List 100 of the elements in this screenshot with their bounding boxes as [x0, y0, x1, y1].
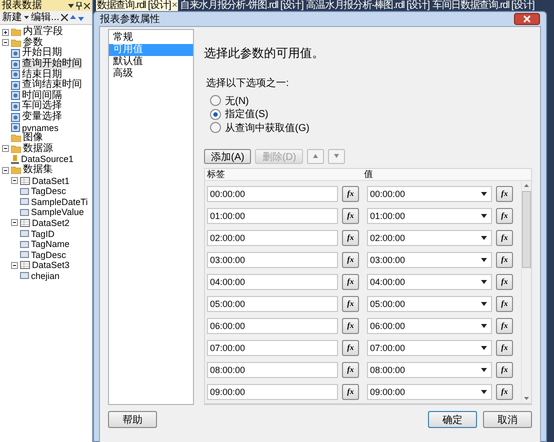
- close-icon[interactable]: [84, 2, 90, 8]
- caret-icon[interactable]: [481, 346, 487, 350]
- expression-button[interactable]: fx: [496, 340, 513, 356]
- radio-button[interactable]: [210, 108, 221, 120]
- tree-item[interactable]: SampleDateTi: [31, 196, 88, 207]
- value-combo[interactable]: 05:00:00: [367, 296, 492, 312]
- tree-item[interactable]: 查询开始时间: [22, 59, 82, 70]
- radio-label[interactable]: 指定值(S): [225, 107, 268, 122]
- tree-item[interactable]: 数据源: [23, 144, 53, 154]
- pin-icon[interactable]: [76, 2, 82, 10]
- value-combo[interactable]: 09:00:00: [367, 384, 492, 400]
- expression-button[interactable]: fx: [496, 318, 513, 334]
- tree-item[interactable]: TagName: [31, 239, 70, 250]
- label-field[interactable]: 04:00:00: [207, 274, 338, 290]
- caret-icon[interactable]: [481, 258, 487, 262]
- radio-label[interactable]: 从查询中获取值(G): [225, 120, 310, 135]
- nav-item[interactable]: 默认值: [109, 56, 193, 68]
- move-up-icon[interactable]: [70, 14, 76, 20]
- help-button[interactable]: 帮助: [108, 411, 157, 428]
- document-tab[interactable]: 数据查询.rdl [设计]×: [96, 0, 178, 11]
- document-tab[interactable]: 自来水月报分析-饼图.rdl [设计]: [178, 0, 304, 11]
- caret-icon[interactable]: [481, 236, 487, 240]
- expression-button[interactable]: fx: [342, 208, 359, 224]
- expression-button[interactable]: fx: [342, 230, 359, 246]
- move-down-button[interactable]: [328, 148, 346, 164]
- caret-icon[interactable]: [24, 16, 29, 19]
- expression-button[interactable]: fx: [496, 362, 513, 378]
- tree-item[interactable]: TagDesc: [31, 186, 66, 196]
- tree-item[interactable]: pvnames: [22, 122, 59, 133]
- expression-button[interactable]: fx: [496, 274, 513, 290]
- tree-item[interactable]: 查询结束时间: [22, 80, 82, 90]
- expression-button[interactable]: fx: [342, 318, 359, 334]
- value-combo[interactable]: 03:00:00: [367, 252, 492, 268]
- expression-button[interactable]: fx: [496, 384, 513, 400]
- expression-button[interactable]: fx: [496, 230, 513, 246]
- collapse-icon[interactable]: [11, 262, 18, 269]
- nav-item[interactable]: 常规: [109, 32, 193, 44]
- tree-item[interactable]: 图像: [23, 133, 43, 144]
- expression-button[interactable]: fx: [342, 186, 359, 202]
- expression-button[interactable]: fx: [342, 362, 359, 378]
- label-field[interactable]: 06:00:00: [207, 318, 338, 334]
- tree-item[interactable]: 内置字段: [23, 27, 63, 38]
- expression-button[interactable]: fx: [342, 384, 359, 400]
- value-combo[interactable]: 02:00:00: [367, 230, 492, 246]
- new-menu[interactable]: 新建: [2, 12, 22, 24]
- label-field[interactable]: 02:00:00: [207, 230, 338, 246]
- tree-item[interactable]: 参数: [23, 38, 43, 48]
- radio-button[interactable]: [210, 95, 221, 106]
- expression-button[interactable]: fx: [496, 296, 513, 312]
- radio-label[interactable]: 无(N): [225, 94, 249, 108]
- close-icon[interactable]: [514, 13, 540, 25]
- label-field[interactable]: 07:00:00: [207, 340, 338, 356]
- caret-icon[interactable]: [481, 302, 487, 306]
- caret-icon[interactable]: [481, 280, 487, 284]
- tree-item[interactable]: chejian: [31, 270, 60, 281]
- caret-icon[interactable]: [481, 390, 487, 394]
- collapse-icon[interactable]: [2, 39, 9, 46]
- tree-item[interactable]: 数据集: [23, 165, 53, 176]
- label-field[interactable]: 01:00:00: [207, 208, 338, 224]
- label-field[interactable]: 03:00:00: [207, 252, 338, 268]
- value-combo[interactable]: 00:00:00: [367, 186, 492, 202]
- tree-item[interactable]: 变量选择: [22, 112, 62, 122]
- expression-button[interactable]: fx: [342, 296, 359, 312]
- scrollbar[interactable]: [521, 180, 531, 402]
- scroll-down-icon[interactable]: [524, 396, 529, 400]
- expand-icon[interactable]: [2, 28, 9, 36]
- value-combo[interactable]: 08:00:00: [367, 362, 492, 378]
- tree-item[interactable]: TagID: [31, 228, 55, 239]
- expression-button[interactable]: fx: [496, 186, 513, 202]
- expression-button[interactable]: fx: [496, 252, 513, 268]
- dropdown-icon[interactable]: [68, 4, 74, 8]
- nav-item[interactable]: 高级: [109, 68, 193, 80]
- caret-icon[interactable]: [481, 214, 487, 218]
- tree-item[interactable]: 结束日期: [22, 70, 62, 80]
- tree-item[interactable]: SampleValue: [31, 207, 84, 218]
- tree-item[interactable]: 车间选择: [22, 101, 62, 112]
- tree-item[interactable]: DataSet2: [32, 218, 70, 228]
- collapse-icon[interactable]: [2, 145, 9, 152]
- caret-icon[interactable]: [481, 192, 487, 196]
- value-combo[interactable]: 01:00:00: [367, 208, 492, 224]
- tree-item[interactable]: DataSet3: [32, 260, 70, 270]
- caret-icon[interactable]: [481, 324, 487, 328]
- expression-button[interactable]: fx: [496, 208, 513, 224]
- label-field[interactable]: 08:00:00: [207, 362, 338, 378]
- label-field[interactable]: 00:00:00: [207, 186, 338, 202]
- tree-item[interactable]: DataSource1: [21, 154, 74, 164]
- label-field[interactable]: 05:00:00: [207, 296, 338, 312]
- label-field[interactable]: 09:00:00: [207, 384, 338, 400]
- collapse-icon[interactable]: [11, 219, 18, 226]
- tree-item[interactable]: 时间间隔: [22, 90, 62, 101]
- scroll-up-icon[interactable]: [524, 184, 529, 186]
- ok-button[interactable]: 确定: [428, 411, 477, 428]
- add-button[interactable]: 添加(A): [204, 148, 252, 164]
- collapse-icon[interactable]: [11, 177, 18, 184]
- tree-item[interactable]: DataSet1: [32, 176, 70, 186]
- value-combo[interactable]: 04:00:00: [367, 274, 492, 290]
- move-up-button[interactable]: [307, 148, 324, 164]
- cancel-button[interactable]: 取消: [483, 411, 532, 428]
- value-combo[interactable]: 06:00:00: [367, 318, 492, 334]
- tree-item[interactable]: TagDesc: [31, 250, 66, 260]
